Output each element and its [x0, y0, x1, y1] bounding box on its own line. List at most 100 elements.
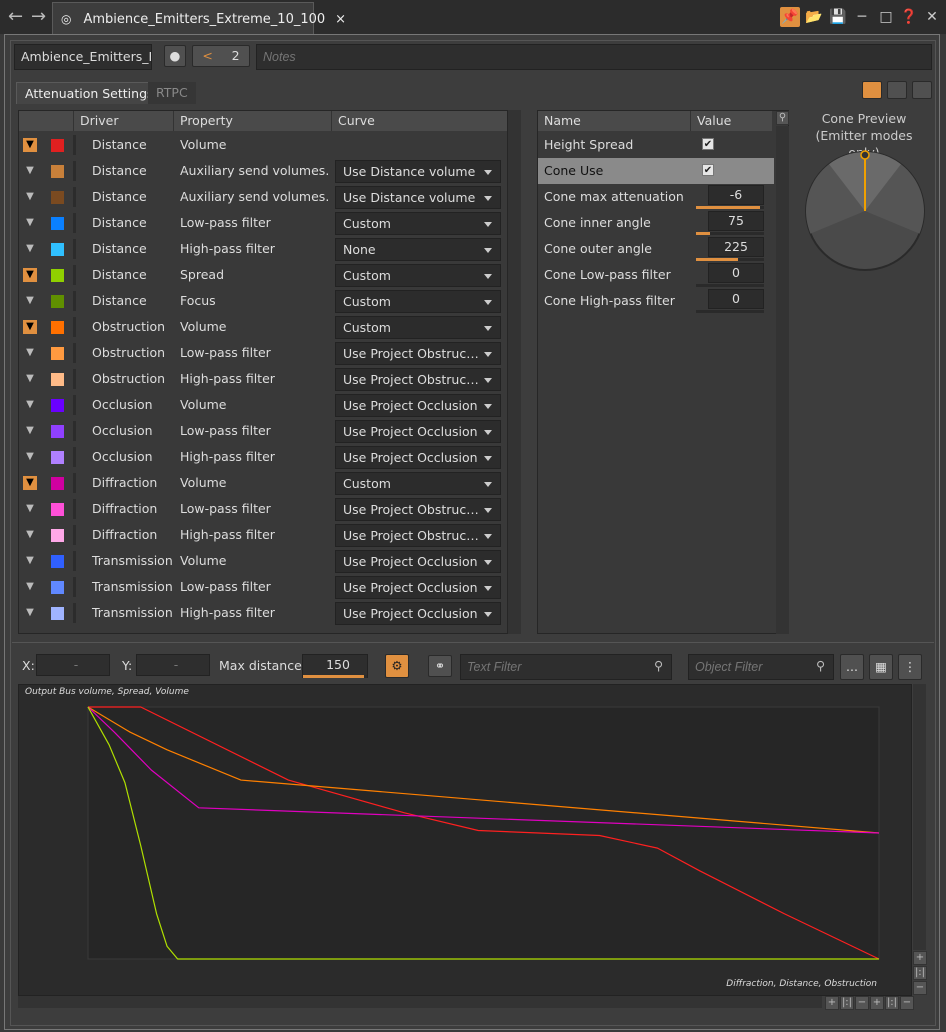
curve-color-swatch[interactable]	[51, 165, 64, 178]
curve-dropdown[interactable]: Use Project Obstruction	[335, 342, 501, 365]
pin-icon[interactable]: ▼	[23, 346, 37, 360]
property-value-field[interactable]: -6	[708, 185, 764, 205]
fit-x-icon[interactable]: |:|	[840, 996, 854, 1010]
pin-icon[interactable]: ▼	[23, 476, 37, 490]
text-filter-input[interactable]	[460, 654, 672, 680]
table-scrollbar[interactable]	[508, 110, 521, 634]
curve-dropdown[interactable]: Use Distance volume	[335, 160, 501, 183]
curve-color-swatch[interactable]	[51, 425, 64, 438]
table-row[interactable]: ▼ Distance Volume	[19, 132, 507, 158]
table-row[interactable]: ▼ Transmission High-pass filter Use Proj…	[19, 600, 507, 626]
column-property[interactable]: Property	[173, 111, 331, 131]
table-row[interactable]: ▼ Occlusion Volume Use Project Occlusion	[19, 392, 507, 418]
max-distance-slider[interactable]	[303, 675, 367, 678]
curve-color-swatch[interactable]	[51, 555, 64, 568]
curve-color-swatch[interactable]	[51, 321, 64, 334]
maximize-icon[interactable]: □	[876, 7, 896, 27]
table-row[interactable]: ▼ Distance Spread Custom	[19, 262, 507, 288]
notes-input[interactable]	[256, 44, 932, 70]
object-filter-input[interactable]	[688, 654, 834, 680]
curve-dropdown[interactable]: Custom	[335, 212, 501, 235]
pin-icon[interactable]: ▼	[23, 294, 37, 308]
table-row[interactable]: ▼ Distance Auxiliary send volumes... Use…	[19, 158, 507, 184]
graph-horizontal-scrollbar[interactable]	[18, 996, 822, 1008]
splitter[interactable]	[12, 642, 934, 643]
curve-color-swatch[interactable]	[51, 139, 64, 152]
curve-dropdown[interactable]: None	[335, 238, 501, 261]
layout-vertical-split-button[interactable]	[887, 81, 907, 99]
property-checkbox[interactable]: ✔	[702, 138, 714, 150]
curve-color-swatch[interactable]	[51, 269, 64, 282]
property-row[interactable]: Cone Use ✔	[538, 158, 774, 184]
curve-color-swatch[interactable]	[51, 399, 64, 412]
curve-color-swatch[interactable]	[51, 581, 64, 594]
menu-icon[interactable]: ⋮	[898, 654, 922, 680]
curve-graph[interactable]: Output Bus volume, Spread, Volume Diffra…	[18, 684, 912, 996]
pin-icon[interactable]: ▼	[23, 424, 37, 438]
column-driver[interactable]: Driver	[73, 111, 161, 131]
pin-icon[interactable]: ▼	[23, 606, 37, 620]
link-icon[interactable]: ⚭	[428, 655, 452, 677]
column-value[interactable]: Value	[690, 111, 772, 131]
pin-icon[interactable]: ▼	[23, 216, 37, 230]
property-slider[interactable]	[696, 206, 764, 209]
curve-color-swatch[interactable]	[51, 295, 64, 308]
property-value-field[interactable]: 75	[708, 211, 764, 231]
references-button[interactable]: < 2	[192, 45, 250, 67]
cone-direction-handle[interactable]	[860, 150, 870, 160]
curve-dropdown[interactable]: Use Distance volume	[335, 186, 501, 209]
minimize-icon[interactable]: ─	[852, 7, 872, 27]
pin-icon[interactable]: ▼	[23, 320, 37, 334]
curve-dropdown[interactable]: Use Project Occlusion	[335, 576, 501, 599]
curve-dropdown[interactable]: Use Project Obstruction	[335, 524, 501, 547]
curve-color-swatch[interactable]	[51, 243, 64, 256]
table-row[interactable]: ▼ Diffraction Volume Custom	[19, 470, 507, 496]
property-row[interactable]: Cone Low-pass filter 0	[538, 262, 774, 288]
curve-dropdown[interactable]: Use Project Occlusion	[335, 446, 501, 469]
save-icon[interactable]: 💾	[828, 7, 848, 27]
property-slider[interactable]	[696, 284, 764, 287]
curve-color-swatch[interactable]	[51, 451, 64, 464]
layout-single-button[interactable]	[862, 81, 882, 99]
close-tab-icon[interactable]: ×	[335, 12, 346, 27]
table-row[interactable]: ▼ Obstruction Volume Custom	[19, 314, 507, 340]
property-value-field[interactable]: 0	[708, 263, 764, 283]
curve-dropdown[interactable]: Use Project Occlusion	[335, 602, 501, 625]
zoom-in-x-icon[interactable]: +	[825, 996, 839, 1010]
property-row[interactable]: Height Spread ✔	[538, 132, 774, 158]
pin-icon[interactable]: ▼	[23, 580, 37, 594]
curve-dropdown[interactable]: Custom	[335, 472, 501, 495]
curve-dropdown[interactable]: Use Project Obstruction	[335, 498, 501, 521]
pin-icon[interactable]: ▼	[23, 554, 37, 568]
pin-icon[interactable]: ▼	[23, 398, 37, 412]
table-row[interactable]: ▼ Obstruction Low-pass filter Use Projec…	[19, 340, 507, 366]
table-row[interactable]: ▼ Diffraction Low-pass filter Use Projec…	[19, 496, 507, 522]
auto-curve-icon[interactable]: ⚙	[385, 654, 409, 678]
y-coordinate-field[interactable]: -	[136, 654, 210, 676]
table-row[interactable]: ▼ Distance High-pass filter None	[19, 236, 507, 262]
curve-dropdown[interactable]: Use Project Occlusion	[335, 394, 501, 417]
more-options-button[interactable]: ...	[840, 654, 864, 680]
zoom-in-y-icon[interactable]: +	[913, 951, 927, 965]
column-curve[interactable]: Curve	[331, 111, 507, 131]
zoom-out-x-icon[interactable]: −	[855, 996, 869, 1010]
table-row[interactable]: ▼ Transmission Low-pass filter Use Proje…	[19, 574, 507, 600]
table-row[interactable]: ▼ Distance Auxiliary send volumes... Use…	[19, 184, 507, 210]
pin-icon[interactable]: ▼	[23, 164, 37, 178]
curve-color-swatch[interactable]	[51, 347, 64, 360]
close-window-icon[interactable]: ✕	[922, 7, 942, 27]
curve-dropdown[interactable]: Use Project Occlusion	[335, 420, 501, 443]
zoom-in-icon[interactable]: +	[870, 996, 884, 1010]
open-folder-icon[interactable]: 📂	[804, 7, 824, 27]
table-row[interactable]: ▼ Transmission Volume Use Project Occlus…	[19, 548, 507, 574]
properties-scrollbar[interactable]	[776, 126, 789, 634]
pin-icon[interactable]: ▼	[23, 138, 37, 152]
fit-y-icon[interactable]: |:|	[913, 966, 927, 980]
table-row[interactable]: ▼ Distance Focus Custom	[19, 288, 507, 314]
property-value-field[interactable]: 225	[708, 237, 764, 257]
curve-color-swatch[interactable]	[51, 217, 64, 230]
curve-color-swatch[interactable]	[51, 607, 64, 620]
table-row[interactable]: ▼ Occlusion High-pass filter Use Project…	[19, 444, 507, 470]
layout-horizontal-split-button[interactable]	[912, 81, 932, 99]
color-palette-icon[interactable]: ●	[164, 45, 186, 67]
